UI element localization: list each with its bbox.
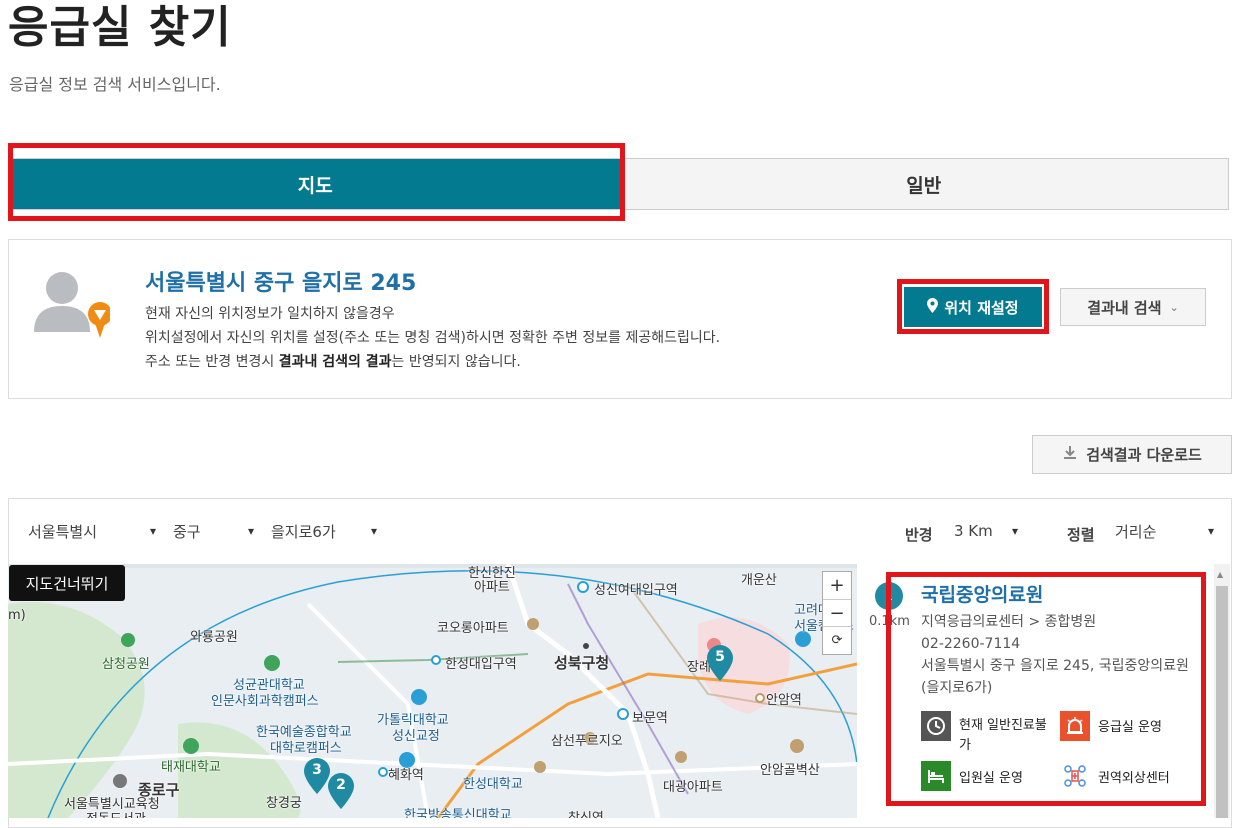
map-canvas[interactable]: 한신한진 아파트 성신여대입구역 개운산 고려대학 서울캠퍼스 와룡공원 코오롱…: [8, 564, 857, 818]
map-label: 삼청공원: [102, 657, 150, 672]
radius-label: 반경: [905, 526, 933, 544]
download-icon: [1062, 445, 1078, 465]
map-label: 안암역: [766, 693, 802, 708]
hospital-category: 지역응급의료센터 > 종합병원: [921, 614, 1097, 630]
hospital-name-link[interactable]: 국립중앙의료원: [921, 580, 1043, 607]
trauma-center-icon: [1060, 761, 1090, 791]
map-marker[interactable]: 2: [328, 773, 354, 813]
map-label: 안암골벽산: [760, 763, 820, 778]
hospital-address: 서울특별시 중구 을지로 245, 국립중앙의료원 (을지로6가): [921, 658, 1189, 696]
map-label: 창신역: [568, 807, 604, 818]
page-title: 응급실 찾기: [8, 2, 232, 53]
sort-label: 정렬: [1067, 526, 1095, 544]
chevron-down-icon: ⌄: [1169, 300, 1179, 314]
map-pin-icon: [927, 297, 939, 317]
map-marker[interactable]: 5: [707, 645, 733, 685]
feature-inpatient: 입원실 운영: [921, 761, 1056, 791]
sort-select[interactable]: 거리순 ▾: [1109, 512, 1220, 550]
map-label: 성북구청: [554, 654, 610, 672]
location-desc-line2: 위치설정에서 자신의 위치를 설정(주소 또는 명칭 검색)하시면 정확한 주변…: [145, 330, 721, 346]
radius-select[interactable]: 3 Km ▾: [948, 512, 1024, 550]
chevron-down-icon: ▾: [149, 524, 156, 538]
reset-location-button[interactable]: 위치 재설정: [904, 287, 1042, 327]
view-tabs: 지도 일반: [10, 158, 1229, 210]
chevron-down-icon: ▾: [370, 524, 377, 538]
current-address: 서울특별시 중구 을지로 245: [145, 271, 417, 296]
chevron-down-icon: ▾: [1011, 524, 1018, 538]
map-reset-button[interactable]: ⟳: [823, 627, 851, 654]
map-label: 대학로캠퍼스: [270, 741, 342, 756]
map-label: 성신교정: [392, 729, 440, 744]
zoom-out-button[interactable]: −: [823, 600, 851, 628]
user-location-avatar: [30, 266, 112, 338]
page-subtitle: 응급실 정보 검색 서비스입니다.: [9, 75, 221, 94]
location-desc-line1: 현재 자신의 위치정보가 일치하지 않을경우: [145, 306, 395, 322]
tab-map[interactable]: 지도: [11, 159, 620, 209]
result-index-badge: 1: [875, 582, 903, 610]
bed-icon: [921, 761, 951, 791]
map-zoom-control: + − ⟳: [822, 571, 852, 655]
map-label: 한성대학교: [463, 777, 523, 792]
map-label: 인문사회과학캠퍼스: [211, 694, 319, 709]
map-label: 삼선푸르지오: [551, 734, 623, 749]
map-label: m): [8, 608, 26, 623]
scrollbar-thumb[interactable]: [1216, 586, 1228, 818]
search-within-results-button[interactable]: 결과내 검색 ⌄: [1060, 288, 1206, 326]
map-label: 아파트: [474, 580, 510, 595]
hospital-phone: 02-2260-7114: [921, 636, 1021, 652]
street-select[interactable]: 을지로6가 ▾: [265, 512, 383, 550]
map-label: 보문역: [632, 711, 668, 726]
map-label: 성신여대입구역: [594, 583, 678, 598]
chevron-down-icon: ▾: [247, 524, 254, 538]
map-label: 코오롱아파트: [437, 621, 509, 636]
city-select[interactable]: 서울특별시 ▾: [22, 512, 162, 550]
tab-general[interactable]: 일반: [619, 159, 1228, 209]
reset-location-label: 위치 재설정: [944, 298, 1019, 317]
map-label: 창경궁: [266, 796, 302, 811]
map-label: 한성대입구역: [445, 657, 517, 672]
scroll-up-icon[interactable]: ▲: [1217, 570, 1223, 579]
map-label: 대광아파트: [663, 780, 723, 795]
map-label: 한국방송통신대학교: [404, 808, 512, 818]
zoom-in-button[interactable]: +: [823, 572, 851, 600]
skip-map-link[interactable]: 지도건너뛰기: [9, 565, 125, 601]
map-label: 개운산: [741, 573, 777, 588]
clock-icon: [921, 711, 951, 741]
district-select[interactable]: 중구 ▾: [167, 512, 260, 550]
result-distance: 0.1km: [869, 614, 910, 629]
map-marker[interactable]: 3: [304, 758, 330, 798]
feature-general-care: 현재 일반진료불가: [921, 711, 1056, 756]
siren-icon: [1060, 711, 1090, 741]
feature-trauma-center: 권역외상센터: [1060, 761, 1195, 791]
download-results-button[interactable]: 검색결과 다운로드: [1032, 435, 1232, 474]
feature-er: 응급실 운영: [1060, 711, 1195, 741]
map-label: 와룡공원: [190, 630, 238, 645]
location-desc-line3: 주소 또는 반경 변경시 결과내 검색의 결과는 반영되지 않습니다.: [145, 354, 521, 370]
hospital-info: 지역응급의료센터 > 종합병원 02-2260-7114 서울특별시 중구 을지…: [921, 611, 1199, 699]
location-description: 현재 자신의 위치정보가 일치하지 않을경우 위치설정에서 자신의 위치를 설정…: [145, 302, 720, 374]
results-scrollbar[interactable]: ▲: [1214, 564, 1230, 818]
chevron-down-icon: ▾: [1207, 524, 1214, 538]
map-label: 태재대학교: [161, 760, 221, 775]
map-label: 혜화역: [388, 768, 424, 783]
map-label: 정독도서관: [86, 808, 146, 818]
